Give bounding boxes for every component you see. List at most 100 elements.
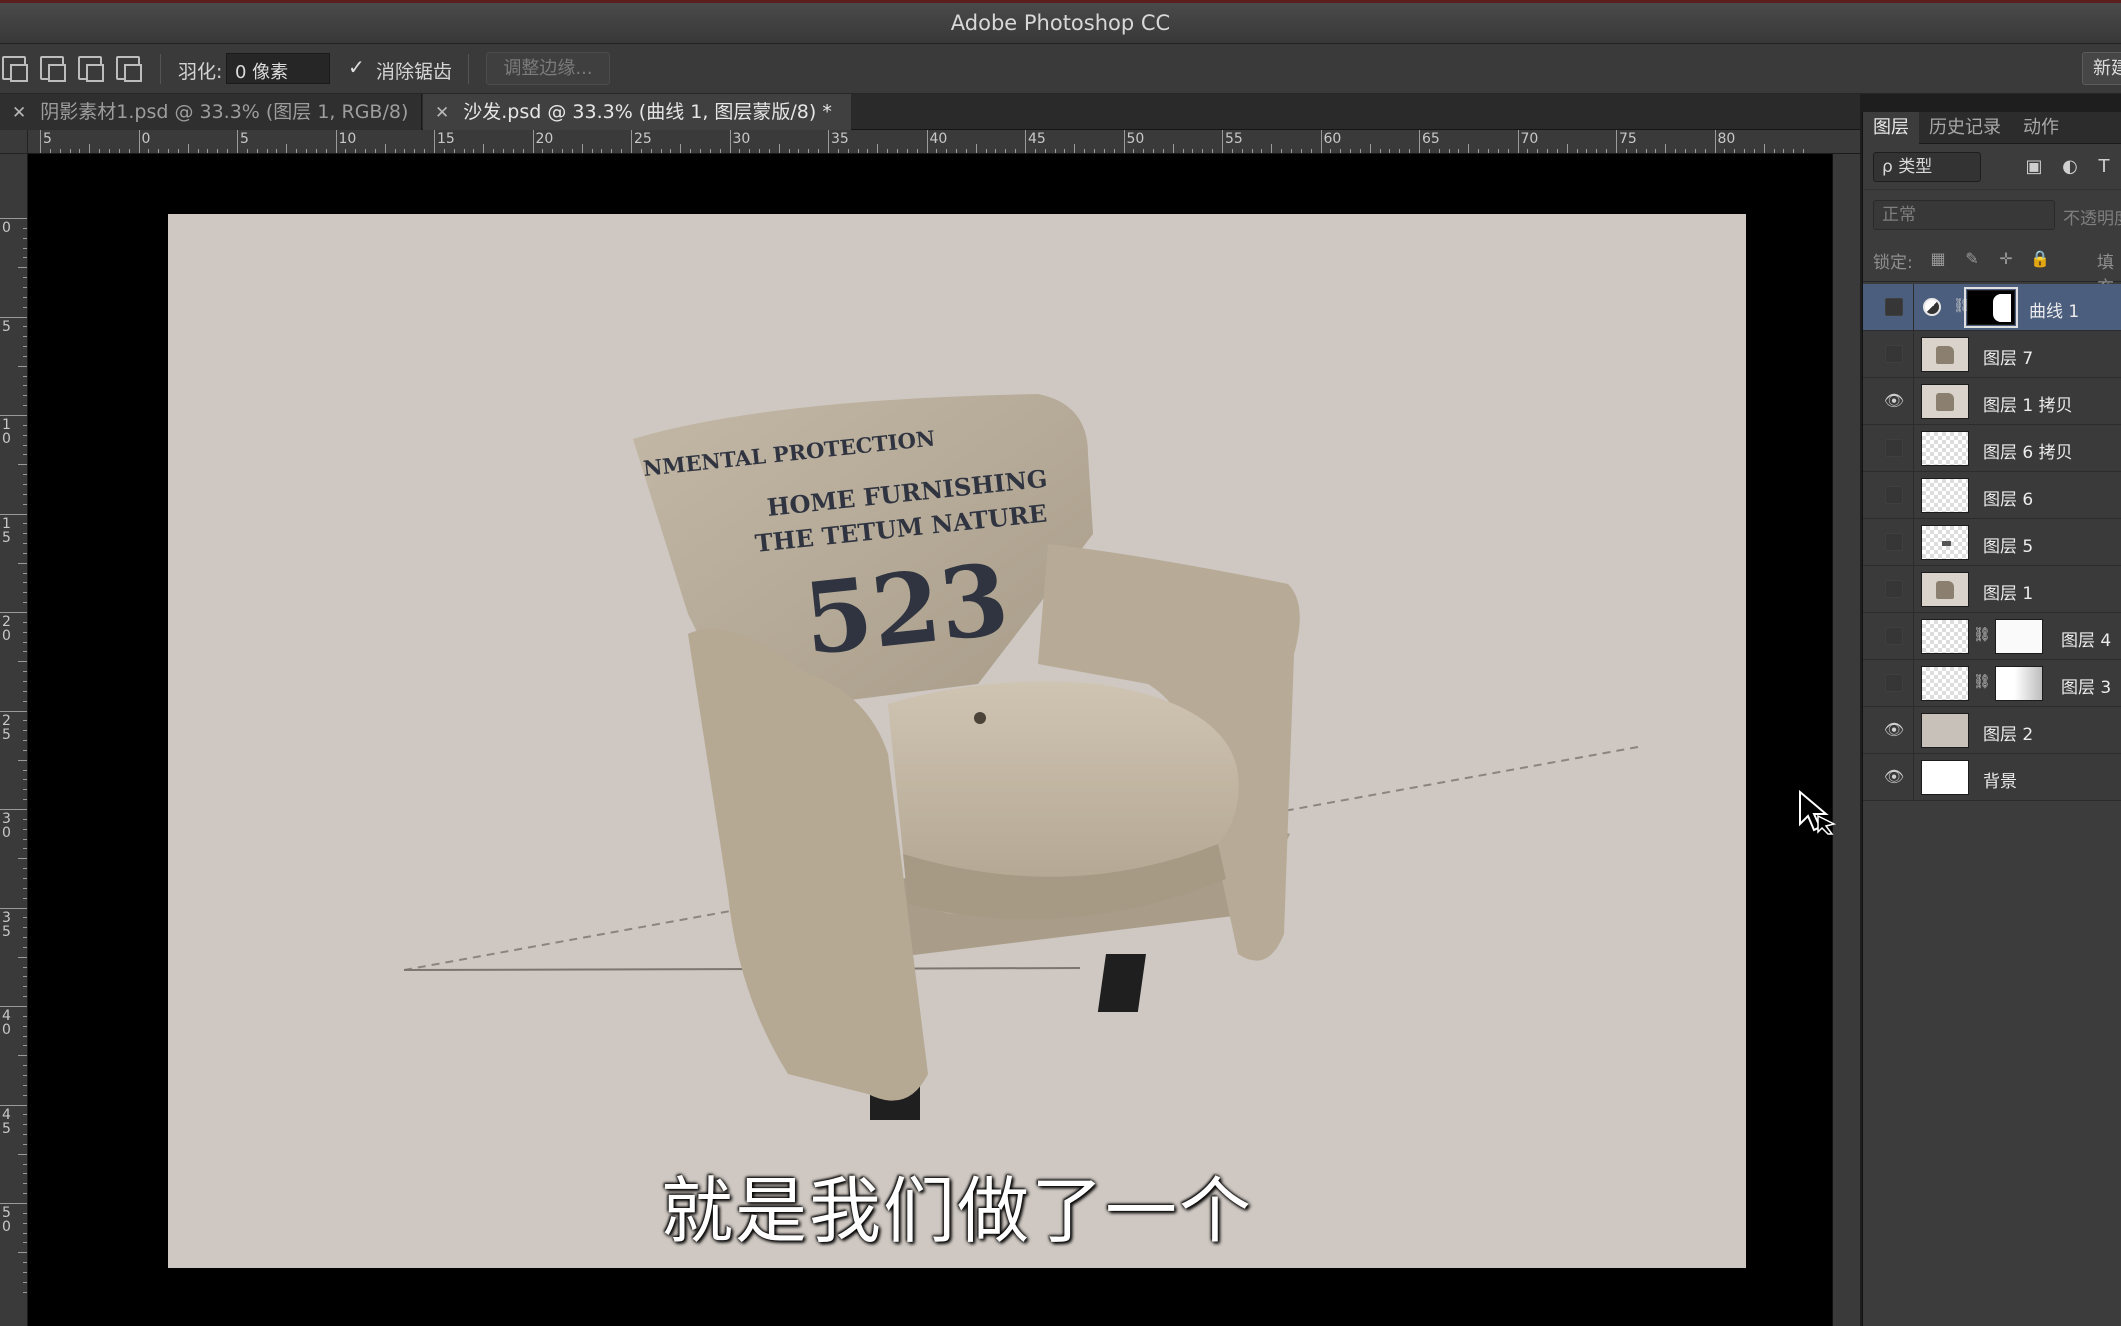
ruler-label: 50 xyxy=(2,1205,11,1235)
visibility-toggle[interactable] xyxy=(1885,627,1903,645)
panel-tabs: 图层 历史记录 动作 xyxy=(1863,112,2121,144)
layer-name: 图层 3 xyxy=(2061,678,2112,698)
ruler-minor-tick xyxy=(18,562,27,564)
tab-sofa[interactable]: ✕ 沙发.psd @ 33.3% (曲线 1, 图层蒙版/8) * xyxy=(423,94,851,130)
visibility-toggle[interactable] xyxy=(1885,345,1903,363)
canvas-workspace[interactable]: NMENTAL PROTECTION HOME FURNISHING THE T… xyxy=(28,154,1860,1326)
adjustment-filter-icon[interactable]: ◐ xyxy=(2059,156,2081,178)
vertical-ruler[interactable]: 0 5 10 15 20 25 30 35 40 45 50 xyxy=(0,154,28,1326)
ruler-major-tick xyxy=(631,130,632,153)
lock-position-icon[interactable]: ✛ xyxy=(1995,248,2017,270)
layer-row[interactable]: 👁 图层 2 xyxy=(1863,707,2121,754)
tab-layers[interactable]: 图层 xyxy=(1863,112,1919,144)
tab-history[interactable]: 历史记录 xyxy=(1919,112,2011,144)
image-filter-icon[interactable]: ▣ xyxy=(2023,156,2045,178)
new-selection-icon[interactable] xyxy=(2,56,28,82)
ruler-corner[interactable] xyxy=(0,130,28,154)
layer-row[interactable]: 图层 1 xyxy=(1863,566,2121,613)
new-button[interactable]: 新建 xyxy=(2082,52,2121,85)
visibility-toggle[interactable] xyxy=(1885,674,1903,692)
blend-row: 正常 不透明度 xyxy=(1863,192,2121,236)
vertical-scrollbar[interactable] xyxy=(1832,154,1860,1326)
horizontal-ruler[interactable]: 5 0 5 10 15 20 25 30 35 40 45 50 55 60 65 70 75 80 xyxy=(28,130,1860,154)
ruler-major-tick xyxy=(0,1203,27,1204)
blend-mode-select[interactable]: 正常 xyxy=(1873,200,2055,230)
ruler-minor-tick xyxy=(384,144,386,153)
ruler-label: 15 xyxy=(2,515,11,546)
layer-name: 图层 5 xyxy=(1983,537,2034,557)
layer-row[interactable]: 图层 5 xyxy=(1863,519,2121,566)
lock-transparent-pixels-icon[interactable]: ▦ xyxy=(1927,248,1949,270)
antialias-checkbox[interactable]: ✓ xyxy=(348,57,368,77)
eye-icon[interactable]: 👁 xyxy=(1881,720,1907,740)
layer-mask-thumbnail[interactable] xyxy=(1995,666,2043,701)
options-divider xyxy=(160,54,161,84)
tab-actions[interactable]: 动作 xyxy=(2013,112,2069,144)
ruler-label: 40 xyxy=(2,1008,11,1038)
layer-row[interactable]: 👁 图层 1 拷贝 xyxy=(1863,378,2121,425)
visibility-toggle[interactable] xyxy=(1885,439,1903,457)
layer-row[interactable]: 图层 6 xyxy=(1863,472,2121,519)
ruler-label: 30 xyxy=(732,131,751,147)
ruler-minor-tick xyxy=(187,144,189,153)
move-cursor-icon xyxy=(1799,790,1837,835)
layer-row[interactable]: ⛓ 图层 3 xyxy=(1863,660,2121,707)
options-divider xyxy=(468,54,469,84)
ruler-minor-tick xyxy=(1566,144,1568,153)
feather-input[interactable]: 0 像素 xyxy=(226,53,330,84)
ruler-label: 60 xyxy=(1323,131,1342,147)
title-bar: Adobe Photoshop CC xyxy=(0,0,2121,44)
intersect-selection-icon[interactable] xyxy=(116,56,142,82)
visibility-toggle[interactable] xyxy=(1885,533,1903,551)
layers-panel: 图层 历史记录 动作 ρ 类型 ▣ ◐ T 正常 不透明度 锁定: ▦ ✎ ✛ … xyxy=(1862,112,2121,1326)
lock-image-pixels-icon[interactable]: ✎ xyxy=(1961,248,1983,270)
layer-mask-thumbnail[interactable] xyxy=(1964,287,2018,328)
layer-row[interactable]: 图层 7 xyxy=(1863,331,2121,378)
subtract-from-selection-icon[interactable] xyxy=(78,56,104,82)
ruler-minor-tick xyxy=(1665,144,1667,153)
visibility-toggle[interactable] xyxy=(1885,486,1903,504)
layer-row[interactable]: ⛓ 图层 4 xyxy=(1863,613,2121,660)
visibility-toggle[interactable] xyxy=(1885,580,1903,598)
ruler-label: 0 xyxy=(2,220,11,236)
document-canvas[interactable]: NMENTAL PROTECTION HOME FURNISHING THE T… xyxy=(168,214,1746,1268)
visibility-toggle[interactable] xyxy=(1885,298,1903,316)
link-icon[interactable]: ⛓ xyxy=(1973,674,1991,690)
divider xyxy=(1913,613,1914,660)
lock-all-icon[interactable]: 🔒 xyxy=(2029,248,2051,270)
layer-name: 图层 6 拷贝 xyxy=(1983,443,2073,463)
add-to-selection-icon[interactable] xyxy=(40,56,66,82)
layer-row[interactable]: 👁 背景 xyxy=(1863,754,2121,801)
layer-row[interactable]: ⛓ 曲线 1 xyxy=(1863,284,2121,331)
close-tab-icon[interactable]: ✕ xyxy=(435,103,449,123)
ruler-label: 30 xyxy=(2,811,11,841)
ruler-major-tick xyxy=(0,612,27,613)
layer-filter-row: ρ 类型 ▣ ◐ T xyxy=(1863,146,2121,190)
sofa-left-arm xyxy=(688,629,928,1101)
layer-row[interactable]: 图层 6 拷贝 xyxy=(1863,425,2121,472)
sofa-leg xyxy=(1097,954,1146,1012)
divider xyxy=(1913,707,1914,754)
layer-filter-select[interactable]: ρ 类型 xyxy=(1873,152,1981,182)
ruler-label: 40 xyxy=(929,131,948,147)
options-bar: 羽化: 0 像素 ✓ 消除锯齿 调整边缘... 新建 xyxy=(0,44,2121,94)
layer-name: 图层 2 xyxy=(1983,725,2034,745)
ruler-major-tick xyxy=(237,130,238,153)
link-icon[interactable]: ⛓ xyxy=(1973,627,1991,643)
ruler-label: 75 xyxy=(1619,131,1637,147)
ruler-minor-tick xyxy=(286,144,288,153)
eye-icon[interactable]: 👁 xyxy=(1881,391,1907,411)
feather-label: 羽化: xyxy=(178,61,223,83)
eye-icon[interactable]: 👁 xyxy=(1881,767,1907,787)
ruler-label: 70 xyxy=(1520,131,1539,147)
ruler-label: 20 xyxy=(535,131,554,147)
type-filter-icon[interactable]: T xyxy=(2093,156,2115,178)
refine-edge-button[interactable]: 调整边缘... xyxy=(486,52,610,85)
ruler-minor-tick xyxy=(18,956,27,958)
layer-mask-thumbnail[interactable] xyxy=(1995,619,2043,654)
close-tab-icon[interactable]: ✕ xyxy=(12,103,26,123)
ruler-label: 0 xyxy=(141,131,151,147)
ruler-major-tick xyxy=(0,907,27,909)
layer-name: 图层 1 拷贝 xyxy=(1983,396,2073,416)
tab-shadow-material[interactable]: ✕ 阴影素材1.psd @ 33.3% (图层 1, RGB/8) xyxy=(0,94,422,130)
